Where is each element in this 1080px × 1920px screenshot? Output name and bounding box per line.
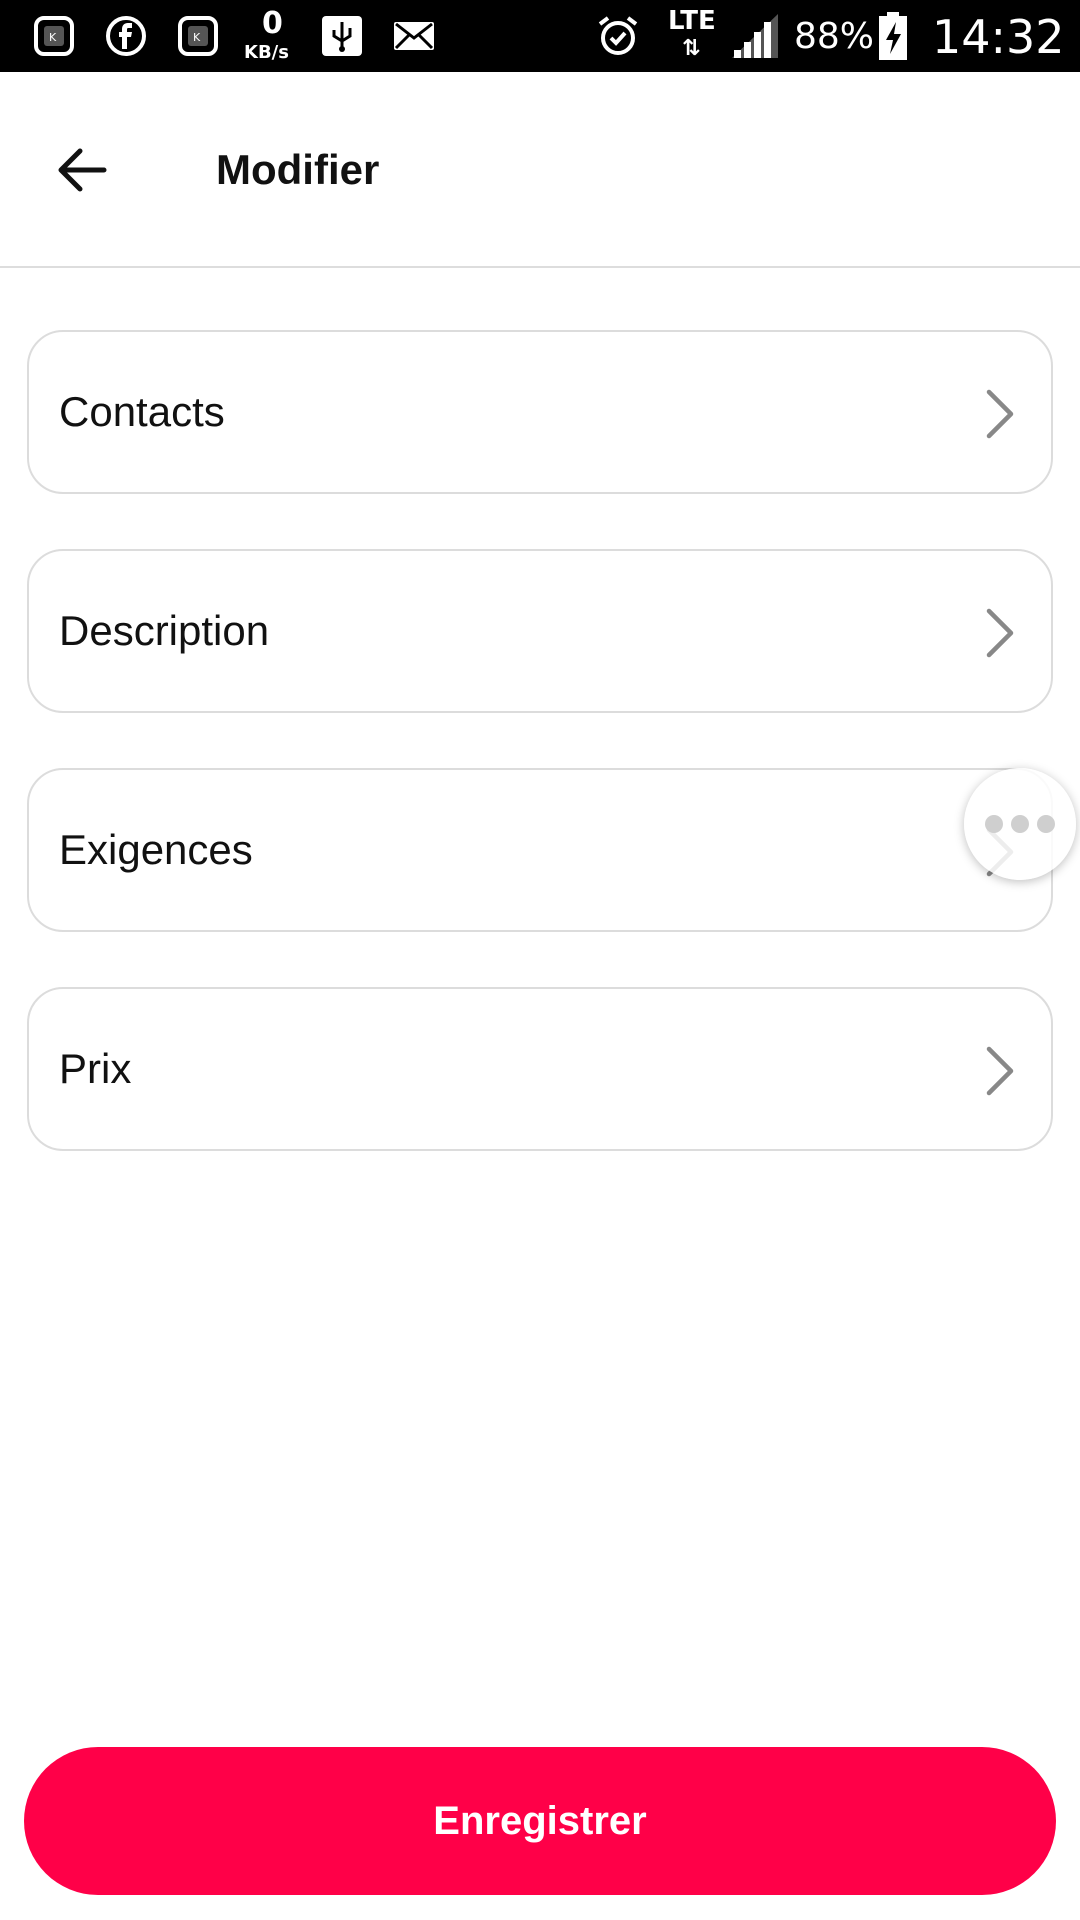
menu-list: Contacts Description Exigences Prix <box>27 330 1053 1206</box>
floating-more-button[interactable] <box>964 768 1076 880</box>
app-k-icon: K <box>178 16 218 56</box>
status-bar: K K 0 KB/s LTE ⇅ 88% 14:32 <box>0 0 1080 72</box>
battery-percent: 88% <box>794 16 875 57</box>
alarm-icon <box>598 16 638 55</box>
page-title: Modifier <box>216 146 380 193</box>
signal-icon <box>732 14 778 58</box>
menu-item-prix[interactable]: Prix <box>27 987 1053 1151</box>
mail-icon <box>394 22 434 50</box>
chevron-right-icon <box>986 1046 1014 1096</box>
menu-item-contacts[interactable]: Contacts <box>27 330 1053 494</box>
menu-item-label: Exigences <box>59 826 253 873</box>
chevron-right-icon <box>986 389 1014 439</box>
network-speed-unit: KB/s <box>244 42 289 63</box>
menu-item-description[interactable]: Description <box>27 549 1053 713</box>
menu-item-label: Contacts <box>59 388 225 435</box>
more-dot <box>1011 815 1029 833</box>
save-button[interactable]: Enregistrer <box>24 1747 1056 1895</box>
menu-item-label: Description <box>59 607 270 654</box>
arrow-left-icon <box>58 148 107 192</box>
clock: 14:32 <box>932 10 1065 64</box>
network-type: LTE <box>668 6 716 36</box>
menu-item-exigences[interactable]: Exigences <box>27 768 1053 932</box>
app-header: Modifier <box>0 72 1080 268</box>
chevron-right-icon <box>986 608 1014 658</box>
back-button[interactable] <box>42 130 122 210</box>
facebook-icon <box>106 16 146 56</box>
menu-item-label: Prix <box>59 1045 132 1092</box>
app-k-icon: K <box>34 16 74 56</box>
battery-charging-icon <box>879 12 907 60</box>
svg-text:K: K <box>193 31 201 44</box>
network-speed-value: 0 <box>262 6 283 41</box>
svg-text:K: K <box>49 31 57 44</box>
data-arrows-icon: ⇅ <box>682 36 701 61</box>
more-dots-icon <box>985 815 1003 833</box>
more-dot <box>1037 815 1055 833</box>
usb-icon <box>322 16 362 56</box>
